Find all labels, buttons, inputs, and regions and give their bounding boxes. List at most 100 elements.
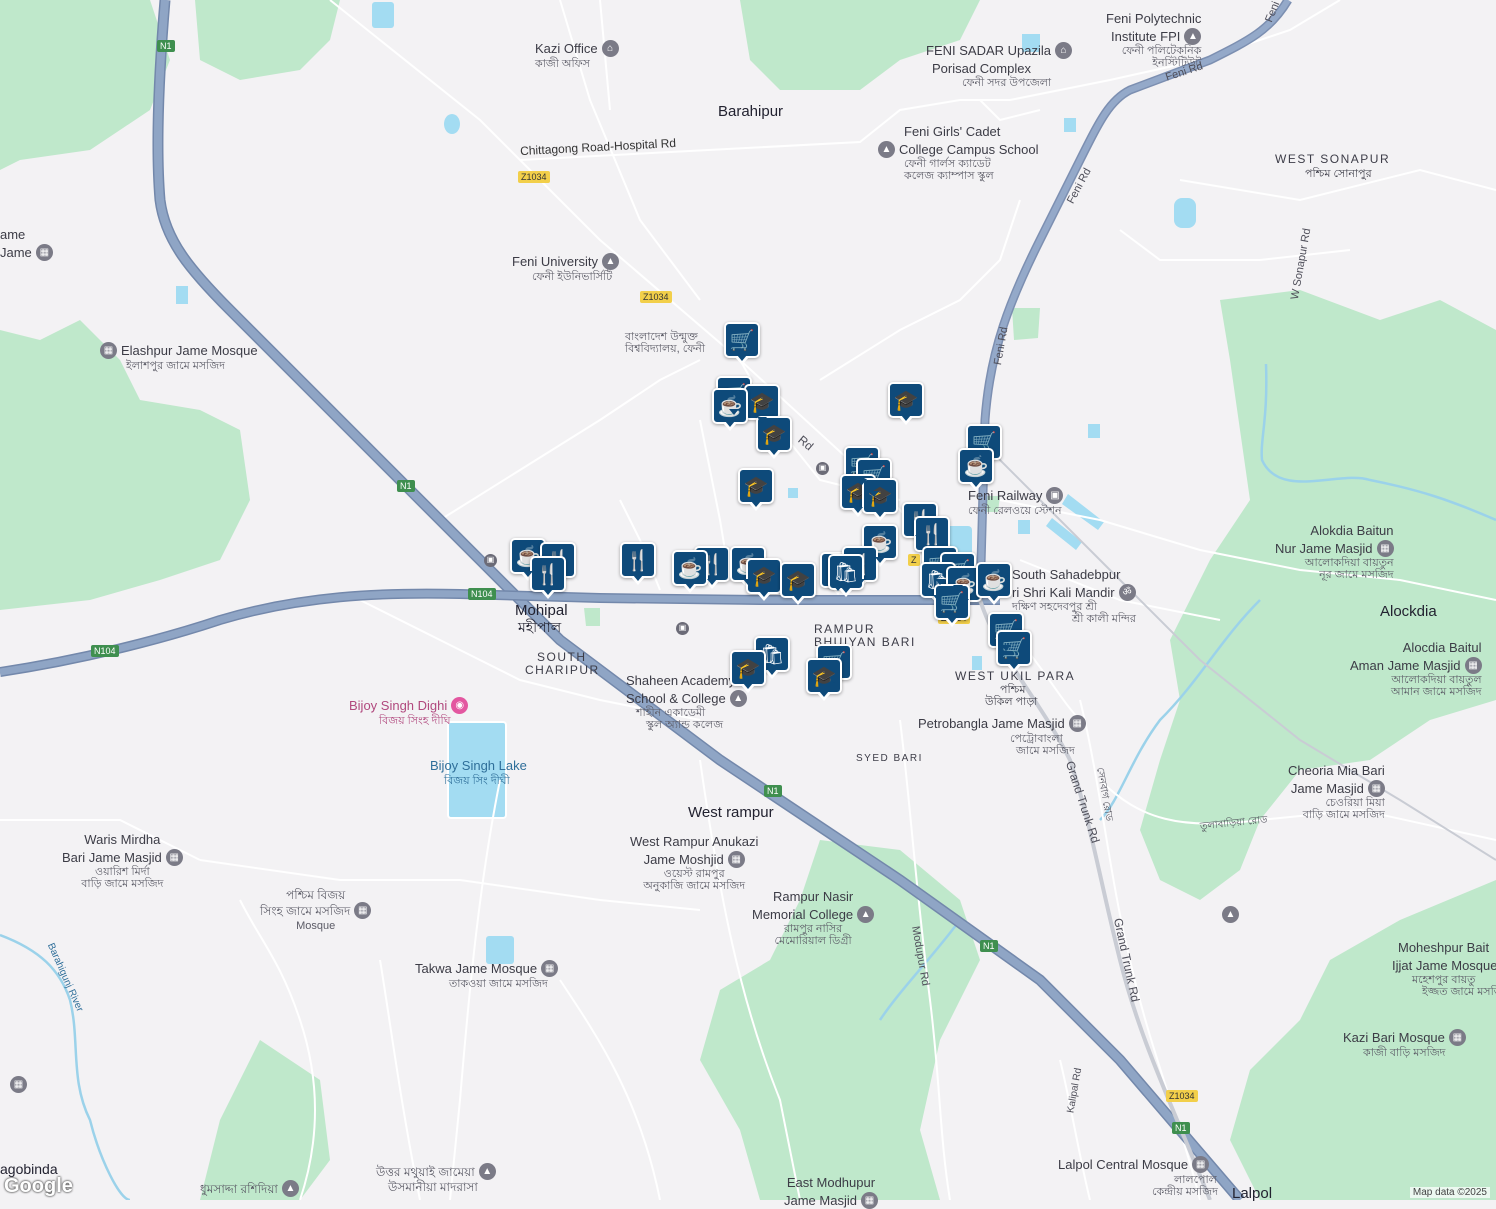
mosque-icon: ▦ [354,902,372,920]
poi-lalpol-central[interactable]: Lalpol Central Mosque ▦ লালপোল কেন্দ্রীয় ম… [1058,1156,1218,1198]
camera-icon: ◉ [451,697,469,715]
area-south-charipur-2: CHARIPUR [525,663,600,677]
place-mohipal: Mohipal [515,602,568,619]
poi-feni-railway-bn: ফেনী রেলওয়ে স্টেশন [968,504,1062,517]
poi-bus-stop-3[interactable]: ▣ [812,460,829,478]
poi-moheshpur[interactable]: Moheshpur Bait Ijjat Jame Mosque মহেশপুর ব… [1392,939,1496,998]
poi-shaheen-bn2: স্কুল অ্যান্ড কলেজ [646,719,724,732]
marker-coffee[interactable]: ☕ [712,388,748,431]
shield-n104: N104 [468,588,496,600]
poi-bijoy-dighi-name: Bijoy Singh Dighi [349,698,448,713]
marker-school[interactable]: 🎓 [888,382,924,425]
poi-bus-stop-2[interactable]: ▣ [672,620,689,638]
poi-waris-bn2: বাড়ি জামে মসজিদ [81,878,164,891]
poi-cheoria[interactable]: Cheoria Mia Bari Jame Masjid ▦ চেওরিয়া মিয… [1288,762,1385,821]
poi-feni-university-name: Feni University [512,254,598,269]
poi-kazi-office[interactable]: Kazi Office ⌂ কাজী অফিস [535,40,619,70]
poi-unnamed-school[interactable]: ▲ [1218,906,1239,924]
poi-feni-poly-name2: Institute FPI [1111,28,1181,44]
marker-school[interactable]: 🎓 [806,658,842,701]
poi-alocdia-baitul[interactable]: Alocdia Baitul Aman Jame Masjid ▦ আলোকদিয়া… [1350,639,1482,698]
area-west-ukil-para-bn2: উকিল পাড়া [985,696,1038,708]
poi-alocdia-baitul-name1: Alocdia Baitul [1402,640,1482,655]
mosque-icon: ▦ [1192,1156,1210,1174]
poi-east-modhupur[interactable]: East Modhupur Jame Masjid ▦ [784,1174,878,1209]
area-west-sonapur-bn: পশ্চিম সোনাপুর [1305,168,1372,180]
landmark-icon: ⌂ [1054,42,1072,60]
marker-coffee[interactable]: ☕ [976,562,1012,605]
temple-icon: ॐ [1118,583,1136,601]
marker-school[interactable]: 🎓 [862,478,898,521]
marker-cart[interactable]: 🛒 [724,322,760,365]
mosque-icon: ▦ [727,850,745,868]
poi-bijoy-dighi[interactable]: Bijoy Singh Dighi ◉ বিজয় সিংহ দীঘি [349,697,469,727]
poi-kali-mandir-bn1: দক্ষিণ সহদেবপুর শ্রী [1012,601,1097,614]
poi-alokdia-baitun[interactable]: Alokdia Baitun Nur Jame Masjid ▦ আলোকদিয়া … [1275,522,1394,581]
poi-east-modhupur-name2: Jame Masjid [784,1192,857,1208]
area-west-ukil-para-bn1: পশ্চিম [1000,684,1026,696]
marker-coffee[interactable]: ☕ [672,550,708,593]
marker-school[interactable]: 🎓 [730,650,766,693]
poi-shaheen[interactable]: Shaheen Academy School & College ▲ শাহীন এক… [626,672,747,731]
poi-feni-university[interactable]: Feni University ▲ ফেনী ইউনিভার্সিটি [512,253,619,283]
poi-paschim-bijoy[interactable]: পশ্চিম বিজয় সিংহ জামে মসজিদ ▦ Mosque [260,888,372,932]
fork-knife-icon: 🍴 [919,523,945,546]
marker-school[interactable]: 🎓 [780,562,816,605]
poi-kali-mandir[interactable]: South Sahadebpur ri Shri Kali Mandir ॐ দক্ষ… [1012,566,1136,625]
poi-kali-mandir-name2: ri Shri Kali Mandir [1012,584,1115,600]
landmark-icon: ⌂ [601,40,619,58]
mosque-icon: ▦ [1448,1029,1466,1047]
poi-feni-sadar[interactable]: FENI SADAR Upazila ⌂ Porisad Complex ফেনী স… [926,42,1072,89]
shield-n1: N1 [397,480,415,492]
poi-bou-bn2: বিশ্ববিদ্যালয়, ফেনী [625,343,705,356]
poi-left-edge-mosque[interactable]: ▦ [6,1076,27,1094]
marker-food[interactable]: 🍴 [530,556,566,599]
poi-rampur-nasir-name2: Memorial College [752,906,854,922]
shield-z1034: Z1034 [640,291,672,303]
school-icon: ▲ [1222,906,1239,924]
poi-waris[interactable]: Waris Mirdha Bari Jame Masjid ▦ ওয়ারিশ মির… [62,831,183,890]
poi-jame-left[interactable]: ame Jame ▦ [0,226,53,261]
poi-elashpur[interactable]: ▦ Elashpur Jame Mosque ইলাশপুর জামে মসজিদ [100,342,258,372]
poi-cheoria-name2: Jame Masjid [1290,780,1364,796]
poi-takwa[interactable]: Takwa Jame Mosque ▦ তাকওয়া জামে মসজিদ [415,960,559,990]
poi-bou[interactable]: বাংলাদেশ উন্মুক্ত বিশ্ববিদ্যালয়, ফেনী [625,331,705,355]
mosque-icon: ▦ [541,960,559,978]
marker-school[interactable]: 🎓 [746,558,782,601]
marker-school[interactable]: 🎓 [744,384,780,427]
fork-knife-icon: 🍴 [625,549,651,572]
place-alockdia: Alockdia [1380,603,1437,620]
poi-cheoria-bn2: বাড়ি জামে মসজিদ [1302,809,1385,822]
poi-feni-polytechnic[interactable]: Feni Polytechnic Institute FPI ▲ ফেনী পলিটে… [1106,10,1202,69]
poi-waris-name2: Bari Jame Masjid [62,849,162,865]
poi-rampur-nasir[interactable]: Rampur Nasir Memorial College ▲ রামপুর নাসি… [752,888,875,947]
mosque-icon: ▦ [1367,779,1385,797]
shield-z1034: Z1034 [518,171,550,183]
map-attribution[interactable]: Map data ©2025 [1409,1187,1490,1198]
bus-stop-icon: ▣ [816,462,829,476]
poi-shaheen-name1: Shaheen Academy [626,673,736,688]
poi-uttar-madrasa[interactable]: উত্তর মথুয়াই জামেয়া ▲ উসমানীয়া মাদরাসা [376,1163,496,1194]
map-canvas[interactable] [0,0,1496,1200]
poi-waris-bn1: ওয়ারিশ মির্দা [94,866,150,879]
poi-girls-cadet-name1: Feni Girls' Cadet [904,124,1001,139]
poi-moheshpur-name1: Moheshpur Bait [1398,940,1490,955]
poi-west-rampur-anukazi[interactable]: West Rampur Anukazi Jame Moshjid ▦ ওয়েস্ট … [630,833,758,892]
poi-petrobangla[interactable]: Petrobangla Jame Masjid ▦ পেট্রোবাংলা জামে … [918,715,1086,757]
marker-coffee[interactable]: ☕ [958,448,994,491]
marker-school[interactable]: 🎓 [738,468,774,511]
poi-feni-sadar-name1: FENI SADAR Upazila [926,43,1051,58]
place-lalpol: Lalpol [1232,1185,1273,1202]
poi-takwa-name: Takwa Jame Mosque [415,961,538,976]
poi-alokdia-baitun-name2: Nur Jame Masjid [1275,540,1373,556]
graduation-cap-icon: 🎓 [811,665,837,688]
poi-dhumsadda[interactable]: ধুমসাদ্দা রশিদিয়া ▲ [200,1180,299,1198]
poi-kazi-bari[interactable]: Kazi Bari Mosque ▦ কাজী বাড়ি মসজিদ [1343,1029,1466,1059]
poi-girls-cadet[interactable]: Feni Girls' Cadet ▲ College Campus School ফ… [878,123,1038,182]
poi-feni-railway[interactable]: Feni Railway ▣ ফেনী রেলওয়ে স্টেশন [968,487,1064,517]
marker-food[interactable]: 🍴 [620,542,656,585]
poi-uttar-bn1: উত্তর মথুয়াই জামেয়া [376,1165,475,1179]
poi-bijoy-lake[interactable]: Bijoy Singh Lake বিজয় সিং দীঘী [430,757,527,787]
poi-bus-stop[interactable]: ▣ [480,552,497,570]
poi-dhumsadda-bn: ধুমসাদ্দা রশিদিয়া [200,1182,278,1196]
